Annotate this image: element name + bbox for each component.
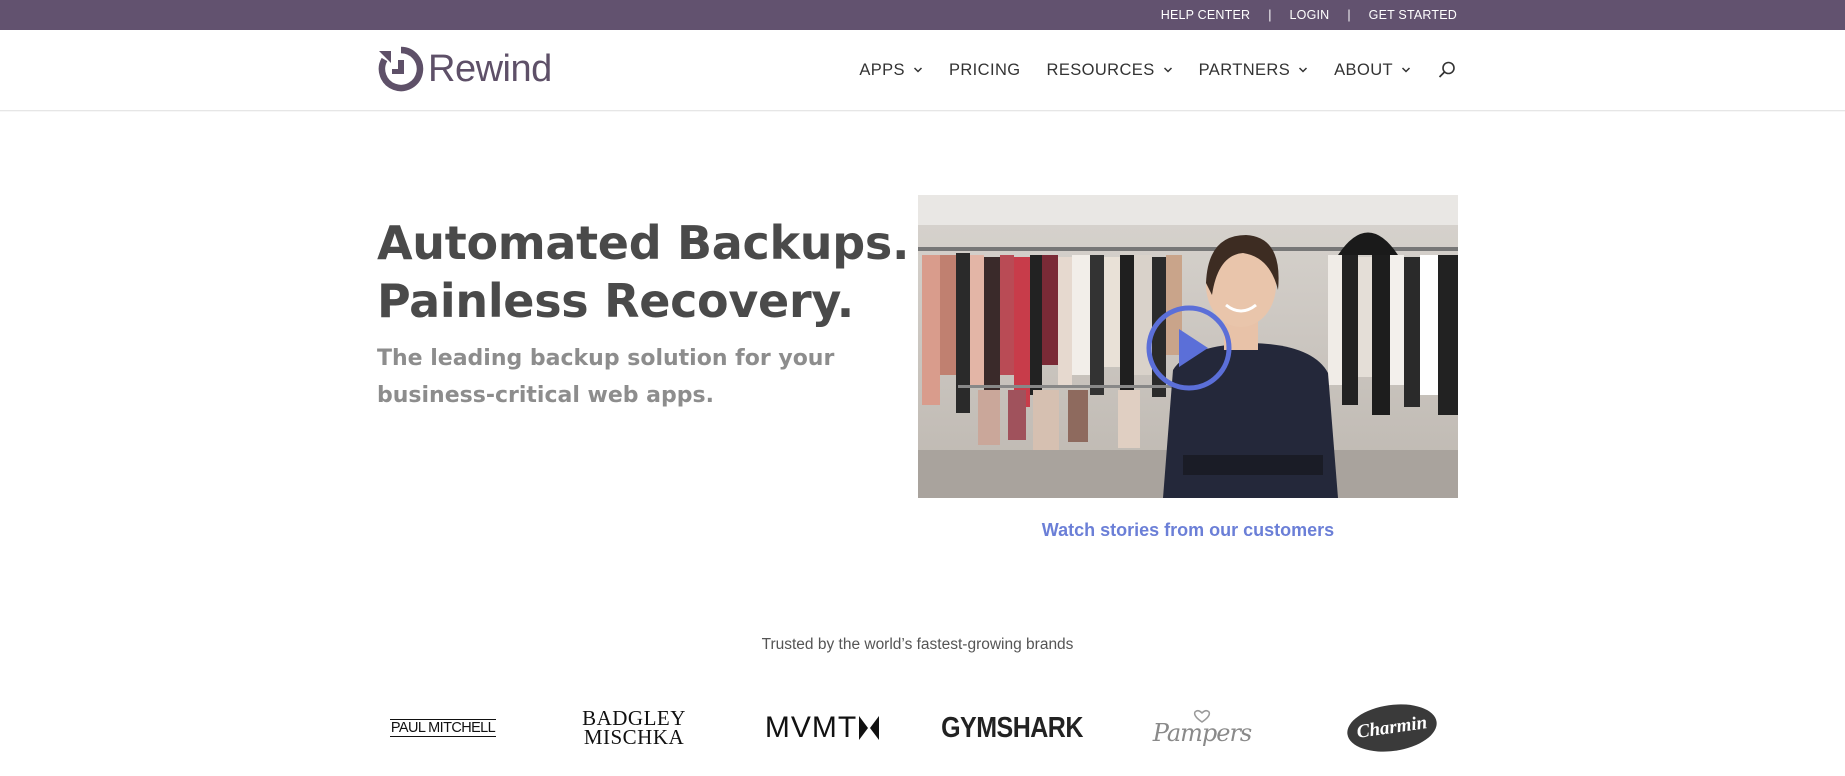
brand-logo-gymshark: GYMSHARK (941, 700, 1083, 756)
play-icon[interactable] (1144, 303, 1234, 393)
search-icon[interactable] (1437, 60, 1457, 80)
logo-wordmark: Rewind (428, 47, 552, 90)
hero-subtitle-line: business-critical web apps. (377, 383, 714, 408)
bowtie-icon (859, 716, 880, 740)
nav-partners-label: PARTNERS (1198, 60, 1291, 79)
main-nav: APPS PRICING RESOURCES PARTNERS ABOUT (859, 60, 1457, 80)
get-started-link[interactable]: GET STARTED (1369, 8, 1457, 22)
brand-logo-mvmt: MVMT (763, 700, 881, 756)
trusted-brands-heading: Trusted by the world’s fastest-growing b… (761, 636, 1074, 653)
brand-logo-text: Pampers (1152, 719, 1252, 747)
chevron-down-icon (1401, 67, 1411, 73)
hero-title-line: Automated Backups. (377, 216, 910, 270)
nav-resources[interactable]: RESOURCES (1047, 61, 1173, 80)
chevron-down-icon (1163, 67, 1172, 73)
nav-resources-label: RESOURCES (1046, 60, 1155, 79)
nav-about-label: ABOUT (1334, 60, 1393, 79)
customer-video-thumbnail[interactable] (918, 195, 1458, 498)
nav-pricing-label: PRICING (948, 60, 1021, 79)
separator: | (1268, 8, 1272, 22)
site-header: Rewind APPS PRICING RESOURCES PARTNERS A… (0, 30, 1845, 111)
nav-pricing[interactable]: PRICING (949, 61, 1021, 80)
top-utility-bar: HELP CENTER | LOGIN | GET STARTED (0, 0, 1845, 30)
help-center-link[interactable]: HELP CENTER (1161, 8, 1251, 22)
chevron-down-icon (913, 67, 922, 73)
utility-links: HELP CENTER | LOGIN | GET STARTED (1161, 0, 1457, 30)
watch-stories-link[interactable]: Watch stories from our customers (918, 520, 1458, 541)
brand-logo-paul-mitchell: PAUL MITCHELL (380, 700, 506, 756)
login-link[interactable]: LOGIN (1290, 8, 1330, 22)
charmin-badge: Charmin (1344, 698, 1440, 758)
nav-apps-label: APPS (859, 60, 905, 79)
brand-logo-text: GYMSHARK (941, 711, 1083, 744)
nav-about[interactable]: ABOUT (1334, 61, 1411, 80)
hero-subtitle: The leading backup solution for your bus… (377, 340, 847, 414)
hero-subtitle-line: The leading backup solution for your (377, 346, 835, 371)
brand-logo-charmin: Charmin (1344, 698, 1440, 758)
brand-logo-text: Charmin (1355, 712, 1429, 743)
rewind-logo-icon (378, 46, 424, 92)
brand-logo-text: PAUL MITCHELL (389, 719, 497, 737)
nav-apps[interactable]: APPS (859, 61, 923, 80)
hero-title-line: Painless Recovery. (377, 274, 854, 328)
brand-logo-pampers: Pampers (1152, 700, 1252, 756)
brand-logo-text: MVMT (764, 711, 858, 744)
brand-logo-text: MISCHKA (583, 725, 685, 749)
separator: | (1347, 8, 1351, 22)
hero-title: Automated Backups. Painless Recovery. (377, 214, 909, 330)
rewind-logo[interactable]: Rewind (378, 45, 552, 93)
chevron-down-icon (1299, 67, 1308, 73)
brand-logo-badgley-mischka: BADGLEY MISCHKA (578, 700, 690, 756)
nav-partners[interactable]: PARTNERS (1199, 61, 1309, 80)
